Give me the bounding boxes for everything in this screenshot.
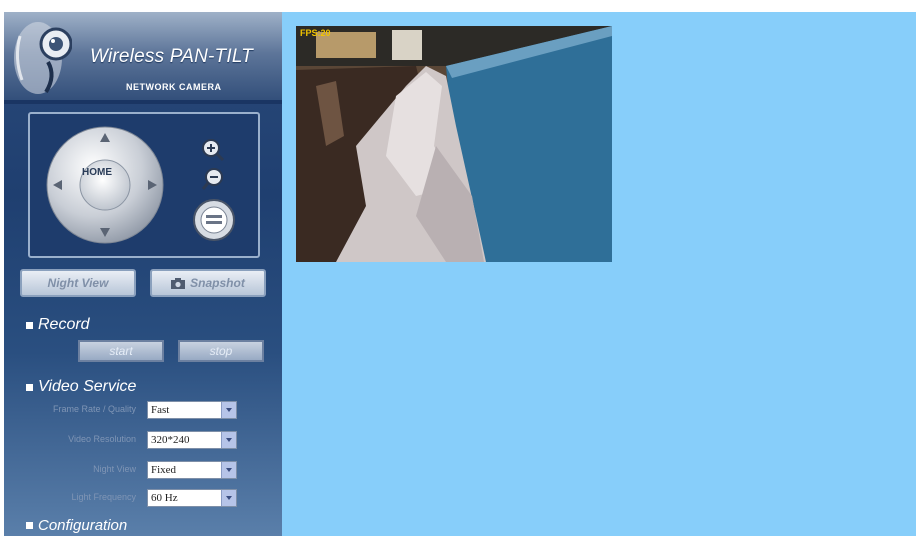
chevron-down-icon (221, 462, 236, 478)
bullet-square-icon (26, 522, 33, 529)
night-view-select[interactable]: Fixed (147, 461, 237, 479)
record-stop-button[interactable]: stop (178, 340, 264, 362)
video-resolution-label: Video Resolution (68, 434, 136, 444)
zoom-out-icon[interactable] (201, 166, 225, 192)
brand-divider (4, 100, 282, 104)
frame-rate-row: Frame Rate / Quality Fast (4, 400, 244, 420)
video-resolution-row: Video Resolution 320*240 (4, 430, 244, 450)
night-view-row: Night View Fixed (4, 460, 244, 480)
direction-pad[interactable] (44, 124, 166, 246)
night-view-button-label: Night View (47, 276, 109, 290)
brand-subtitle: NETWORK CAMERA (126, 82, 222, 92)
brand-title: Wireless PAN-TILT (90, 46, 253, 67)
chevron-down-icon (221, 402, 236, 418)
bullet-square-icon (26, 383, 33, 391)
light-frequency-select[interactable]: 60 Hz (147, 489, 237, 507)
night-view-button[interactable]: Night View (20, 269, 136, 297)
camera-icon (171, 277, 186, 289)
record-section-title: Record (26, 316, 90, 334)
home-button[interactable]: HOME (76, 167, 118, 178)
preset-button-icon[interactable] (192, 198, 236, 242)
chevron-down-icon (221, 490, 236, 506)
snapshot-button[interactable]: Snapshot (150, 269, 266, 297)
video-frame-image (296, 26, 612, 262)
frame-rate-select[interactable]: Fast (147, 401, 237, 419)
brand-header: Wireless PAN-TILT NETWORK CAMERA (4, 12, 282, 104)
chevron-down-icon (221, 432, 236, 448)
video-service-section-title: Video Service (26, 378, 136, 396)
sidebar: Wireless PAN-TILT NETWORK CAMERA HOME Ni… (4, 12, 282, 536)
record-start-button[interactable]: start (78, 340, 164, 362)
night-view-label: Night View (93, 464, 136, 474)
snapshot-button-label: Snapshot (190, 276, 245, 290)
bullet-square-icon (26, 321, 33, 329)
light-frequency-label: Light Frequency (71, 492, 136, 502)
light-frequency-row: Light Frequency 60 Hz (4, 488, 244, 508)
video-resolution-select[interactable]: 320*240 (147, 431, 237, 449)
configuration-section-title[interactable]: Configuration (26, 517, 127, 534)
camera-video-feed: FPS:20 (296, 26, 612, 262)
ptz-control-panel: HOME (28, 112, 260, 258)
fps-overlay: FPS:20 (300, 28, 331, 38)
zoom-in-icon[interactable] (201, 138, 225, 162)
main-area: FPS:20 (282, 12, 916, 536)
camera-logo-icon (14, 22, 72, 94)
app-window: Wireless PAN-TILT NETWORK CAMERA HOME Ni… (0, 0, 916, 536)
frame-rate-label: Frame Rate / Quality (52, 404, 136, 414)
